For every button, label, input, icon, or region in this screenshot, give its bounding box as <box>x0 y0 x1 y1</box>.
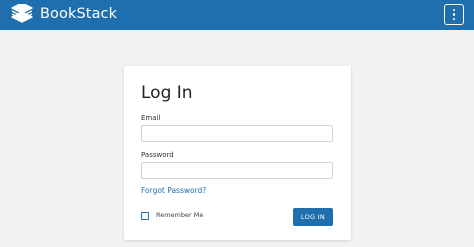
bookstack-logo-icon[interactable] <box>10 4 34 25</box>
login-button[interactable]: LOG IN <box>293 208 333 226</box>
forgot-password-link[interactable]: Forgot Password? <box>141 186 206 196</box>
top-header: BookStack <box>0 0 474 30</box>
remember-me-toggle[interactable]: Remember Me <box>141 211 203 220</box>
remember-me-label: Remember Me <box>156 211 204 219</box>
email-label: Email <box>141 114 161 122</box>
page-title: Log In <box>141 83 193 103</box>
password-label: Password <box>141 151 174 159</box>
login-card: Log In Email Password Forgot Password? R… <box>124 66 351 240</box>
app-name[interactable]: BookStack <box>40 5 117 24</box>
email-field[interactable] <box>141 125 333 142</box>
vertical-dots-icon[interactable] <box>444 4 464 25</box>
password-field[interactable] <box>141 162 333 179</box>
remember-me-checkbox[interactable] <box>141 211 149 220</box>
